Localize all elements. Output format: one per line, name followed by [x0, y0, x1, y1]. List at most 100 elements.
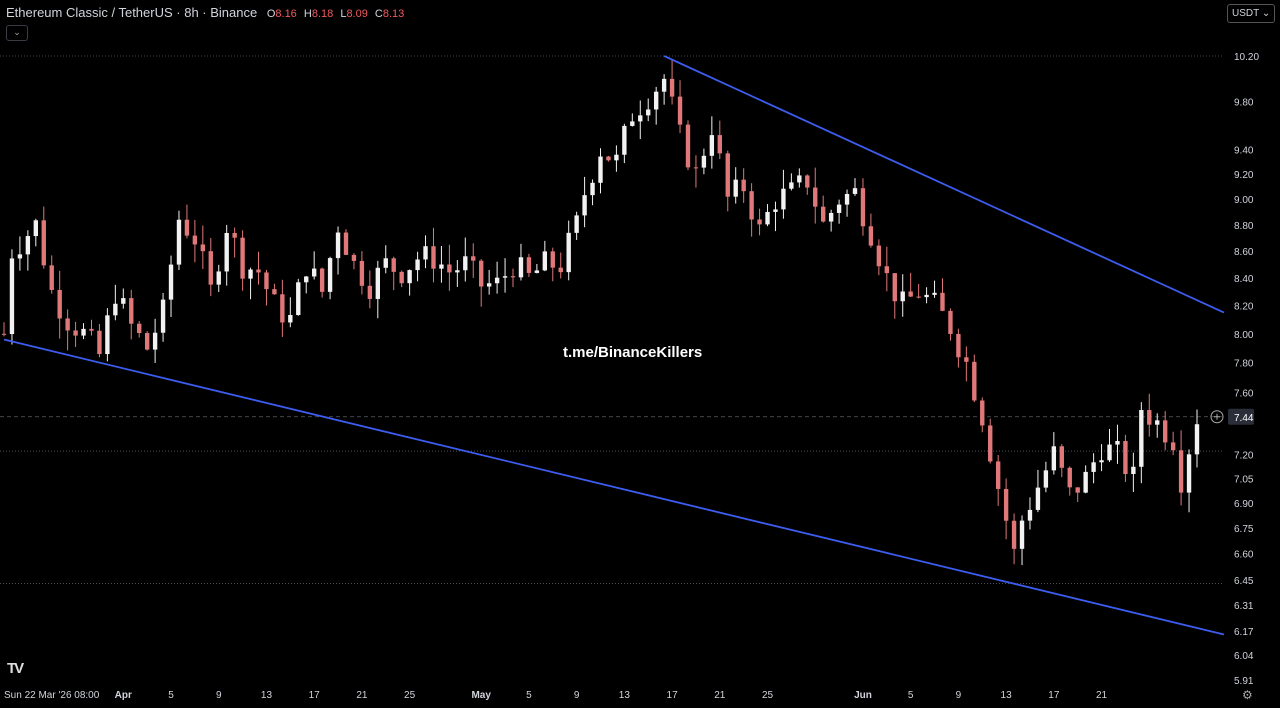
candle-down — [280, 294, 285, 323]
x-tick-label: 25 — [762, 690, 774, 701]
candle-up — [1155, 420, 1160, 425]
candle-down — [908, 291, 913, 297]
x-tick-label: 25 — [404, 690, 416, 701]
x-tick-label: 21 — [714, 690, 726, 701]
candle-up — [797, 175, 802, 183]
watermark-text: t.me/BinanceKillers — [563, 344, 703, 361]
candle-down — [264, 272, 269, 290]
candle-down — [860, 188, 866, 227]
candle-up — [121, 298, 126, 304]
currency-selector[interactable]: USDT ⌄ — [1227, 4, 1276, 23]
candle-up — [17, 254, 23, 259]
candle-up — [836, 204, 842, 213]
candle-up — [638, 115, 643, 122]
y-tick-label: 6.75 — [1234, 524, 1254, 535]
candle-up — [176, 219, 182, 265]
candle-down — [677, 96, 683, 125]
candle-down — [447, 264, 452, 273]
y-tick-label: 7.20 — [1234, 450, 1254, 461]
y-tick-label: 9.20 — [1234, 170, 1254, 181]
candle-down — [272, 289, 277, 295]
candle-up — [1107, 444, 1112, 461]
x-tick-label: 17 — [1048, 690, 1060, 701]
candle-down — [892, 273, 897, 302]
candle-down — [693, 167, 699, 169]
chevron-down-icon[interactable]: ⌄ — [6, 25, 28, 41]
x-tick-label: Apr — [115, 690, 132, 701]
candle-down — [940, 292, 945, 311]
candle-down — [606, 156, 611, 161]
candle-up — [335, 232, 341, 259]
candle-down — [550, 251, 555, 268]
candle-down — [471, 256, 476, 261]
candle-down — [49, 265, 54, 290]
candle-up — [1027, 509, 1033, 521]
candle-down — [479, 260, 484, 287]
candle-up — [407, 270, 412, 284]
candle-up — [1019, 520, 1025, 549]
candle-down — [144, 333, 150, 350]
x-tick-label: 17 — [667, 690, 679, 701]
gear-icon[interactable]: ⚙ — [1242, 688, 1253, 702]
candle-down — [1162, 420, 1168, 443]
x-tick-label: May — [471, 690, 491, 701]
candle-down — [725, 153, 730, 197]
candle-up — [590, 182, 595, 196]
candle-up — [25, 236, 31, 255]
candle-up — [1131, 466, 1136, 475]
candle-up — [113, 303, 118, 316]
x-tick-label: 9 — [956, 690, 962, 701]
candle-up — [1186, 454, 1192, 493]
candle-up — [773, 209, 778, 212]
candle-down — [876, 245, 882, 267]
candle-down — [1170, 442, 1176, 451]
x-tick-label: 21 — [356, 690, 368, 701]
candle-up — [1051, 446, 1057, 471]
candle-down — [1011, 520, 1017, 549]
candle-down — [972, 361, 977, 401]
y-tick-label: 8.80 — [1234, 221, 1254, 232]
candle-down — [884, 266, 890, 274]
candle-up — [463, 256, 468, 271]
candle-down — [73, 330, 78, 336]
candle-up — [1099, 460, 1104, 463]
candle-down — [137, 323, 142, 334]
candle-up — [439, 264, 444, 269]
candle-down — [1059, 446, 1064, 468]
x-tick-label: 5 — [526, 690, 532, 701]
candles — [1, 59, 1200, 566]
candle-up — [494, 277, 500, 284]
candle-down — [359, 260, 365, 286]
candle-up — [844, 193, 850, 205]
symbol-title[interactable]: Ethereum Classic / TetherUS · 8h · Binan… — [6, 5, 257, 20]
candle-down — [1075, 487, 1080, 493]
x-tick-label: 13 — [619, 690, 631, 701]
candle-up — [455, 270, 460, 273]
candle-down — [868, 226, 874, 246]
candle-up — [598, 156, 603, 183]
candle-down — [1178, 450, 1184, 493]
candle-up — [152, 332, 158, 350]
y-tick-label: 8.60 — [1234, 247, 1254, 258]
candle-up — [1091, 462, 1096, 472]
candle-up — [852, 188, 858, 194]
ohlc-low-value: 8.09 — [346, 8, 368, 20]
candle-down — [685, 124, 691, 168]
horizontal-levels — [0, 55, 1224, 584]
candle-up — [661, 78, 667, 92]
y-tick-label: 8.20 — [1234, 302, 1254, 313]
candle-down — [391, 258, 396, 272]
candle-down — [980, 400, 985, 426]
tradingview-logo[interactable]: TV — [7, 660, 24, 677]
trendline-lower — [3, 338, 1225, 636]
candle-down — [192, 235, 198, 245]
x-tick-label: 5 — [908, 690, 914, 701]
ohlc-high-key: H — [303, 8, 312, 20]
ohlc-close-value: 8.13 — [382, 8, 405, 20]
candle-up — [646, 109, 651, 116]
y-tick-label: 6.04 — [1234, 651, 1254, 662]
candle-up — [33, 220, 39, 237]
candle-up — [502, 276, 508, 278]
x-tick-label: 9 — [216, 690, 222, 701]
candle-down — [813, 187, 818, 207]
